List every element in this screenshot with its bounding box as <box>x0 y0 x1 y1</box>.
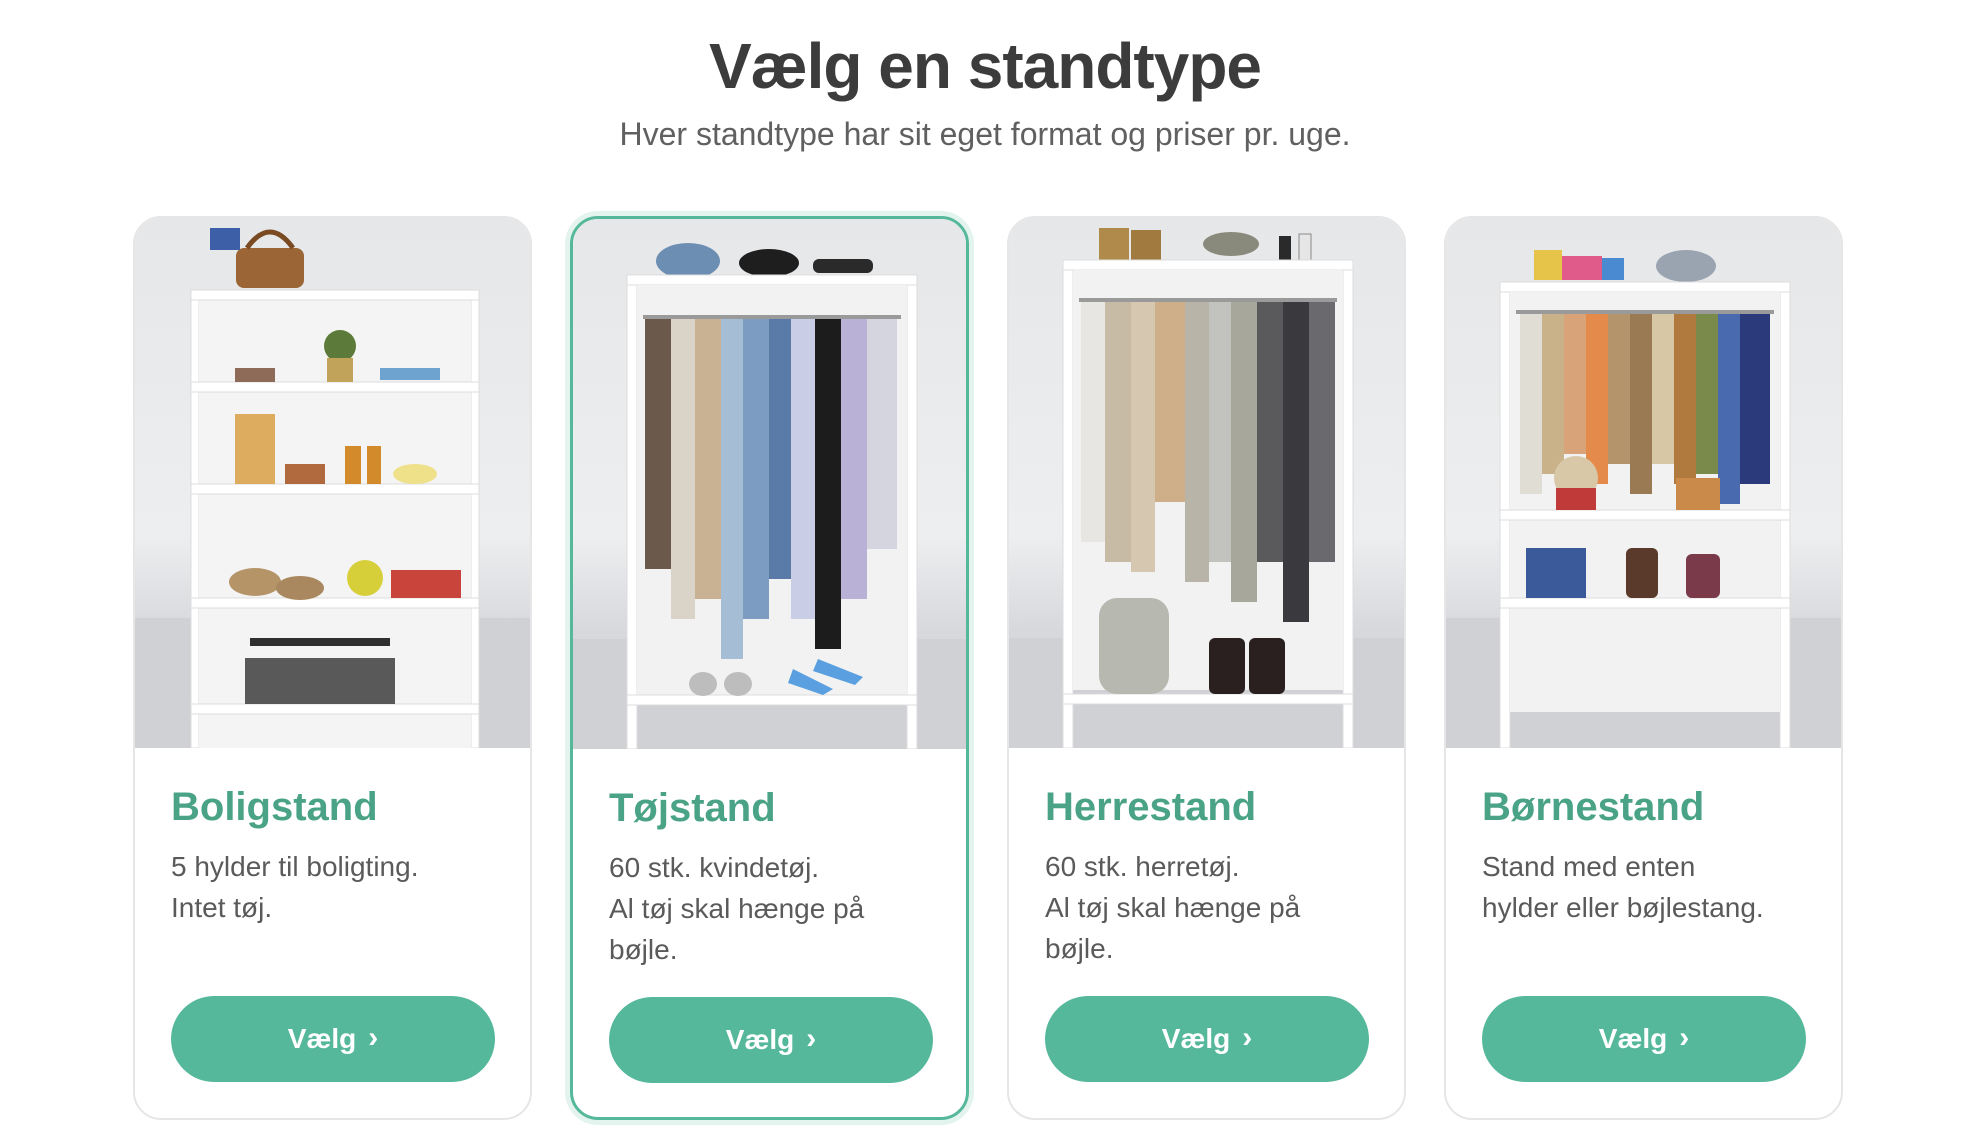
stand-title: Tøjstand <box>609 786 776 830</box>
stand-description: 5 hylder til boligting. Intet tøj. <box>171 846 494 970</box>
stand-description-line: 60 stk. herretøj. <box>1045 851 1240 882</box>
stand-card-tojstand[interactable]: Tøjstand 60 stk. kvindetøj. Al tøj skal … <box>570 216 969 1120</box>
stand-image-herrestand <box>1009 218 1404 748</box>
stand-card-boligstand[interactable]: Boligstand 5 hylder til boligting. Intet… <box>133 216 532 1120</box>
chevron-right-icon: › <box>806 1022 817 1055</box>
stand-title: Herrestand <box>1045 785 1257 829</box>
select-button[interactable]: Vælg › <box>1482 996 1806 1082</box>
stand-title: Boligstand <box>171 785 378 829</box>
page-header: Vælg en standtype Hver standtype har sit… <box>0 0 1970 154</box>
select-button-label: Vælg <box>287 1023 357 1054</box>
chevron-right-icon: › <box>1242 1021 1253 1054</box>
stand-image-bornestand <box>1446 218 1841 748</box>
stand-description: 60 stk. herretøj. Al tøj skal hænge på b… <box>1045 846 1368 970</box>
stand-title: Børnestand <box>1482 785 1705 829</box>
stand-description-line: bøjle. <box>1045 933 1114 964</box>
stand-description: 60 stk. kvindetøj. Al tøj skal hænge på … <box>609 847 930 971</box>
select-button-label: Vælg <box>1161 1023 1231 1054</box>
select-button[interactable]: Vælg › <box>609 997 933 1083</box>
stand-description-line: Intet tøj. <box>171 892 273 923</box>
select-button[interactable]: Vælg › <box>171 996 495 1082</box>
stand-type-list: Boligstand 5 hylder til boligting. Intet… <box>133 216 1843 1120</box>
chevron-right-icon: › <box>368 1021 379 1054</box>
stand-image-tojstand <box>573 219 966 749</box>
stand-image-boligstand <box>135 218 530 748</box>
select-button[interactable]: Vælg › <box>1045 996 1369 1082</box>
stand-description-line: hylder eller bøjlestang. <box>1482 892 1764 923</box>
stand-description-line: Al tøj skal hænge på <box>609 893 865 924</box>
select-button-label: Vælg <box>1598 1023 1668 1054</box>
stand-description-line: Stand med enten <box>1482 851 1696 882</box>
chevron-right-icon: › <box>1679 1021 1690 1054</box>
stand-description: Stand med enten hylder eller bøjlestang. <box>1482 846 1805 970</box>
stand-card-herrestand[interactable]: Herrestand 60 stk. herretøj. Al tøj skal… <box>1007 216 1406 1120</box>
select-button-label: Vælg <box>725 1024 795 1055</box>
page-subtitle: Hver standtype har sit eget format og pr… <box>619 116 1351 152</box>
stand-card-bornestand[interactable]: Børnestand Stand med enten hylder eller … <box>1444 216 1843 1120</box>
stand-description-line: 60 stk. kvindetøj. <box>609 852 820 883</box>
stand-description-line: 5 hylder til boligting. <box>171 851 419 882</box>
page-title: Vælg en standtype <box>709 30 1262 102</box>
stand-description-line: bøjle. <box>609 934 678 965</box>
stand-description-line: Al tøj skal hænge på <box>1045 892 1301 923</box>
